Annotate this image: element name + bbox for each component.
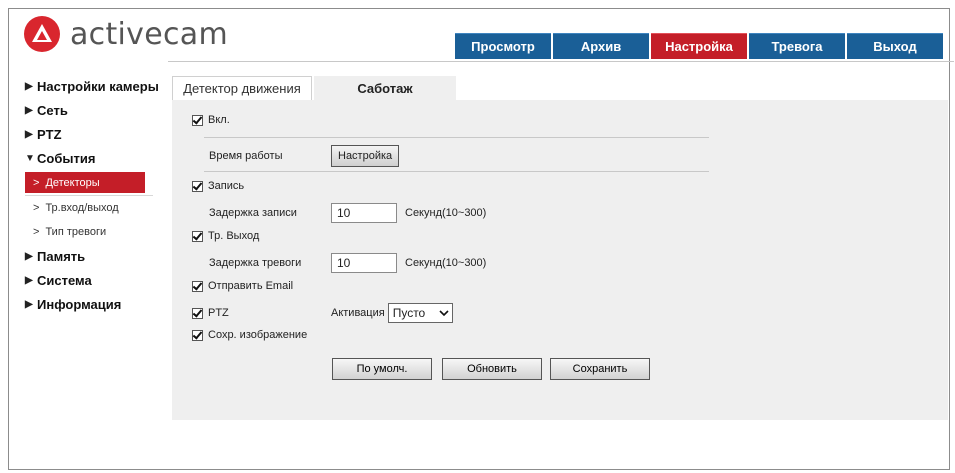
triangle-right-icon: ▶ [25,128,33,140]
triangle-right-icon: ▶ [25,250,33,262]
sidebar-item-label: PTZ [37,126,62,142]
sidebar-subitem-label: Тр.вход/выход [45,202,119,214]
email-label: Отправить Email [208,280,294,292]
schedule-label: Время работы [209,150,283,162]
alarm-delay-unit: Секунд(10~300) [405,257,487,269]
record-delay-row: Задержка записи 10 Секунд(10~300) [209,203,486,223]
tab-sabotage[interactable]: Саботаж [314,76,456,100]
sidebar-subitem-label: Тип тревоги [45,226,107,238]
sidebar-subitem-alarm-type[interactable]: > Тип тревоги [25,220,145,244]
activecam-logo-icon [24,16,60,52]
ptz-checkbox[interactable] [192,307,203,319]
sidebar-subitem-io[interactable]: > Тр.вход/выход [25,196,145,220]
chevron-right-icon: > [33,176,40,189]
alarm-delay-input[interactable]: 10 [331,253,397,273]
record-delay-unit: Секунд(10~300) [405,207,487,219]
record-label: Запись [208,180,245,192]
brand-name: activecam [70,16,228,52]
email-checkbox[interactable] [192,280,203,292]
sidebar-item-info[interactable]: ▶ Информация [25,292,165,316]
main-nav: Просмотр Архив Настройка Тревога Выход [455,33,945,59]
activation-label: Активация [331,307,385,319]
chevron-right-icon: > [33,226,40,238]
sidebar-item-label: События [37,150,96,166]
snapshot-checkbox[interactable] [192,329,203,341]
record-row: Запись [192,180,244,192]
sidebar-item-label: Настройки камеры [37,78,159,94]
brand-logo: activecam [24,16,228,52]
triangle-right-icon: ▶ [25,104,33,116]
sidebar-item-events[interactable]: ▼ События [25,146,165,170]
record-delay-label: Задержка записи [209,207,297,219]
tab-motion-detector[interactable]: Детектор движения [172,76,312,100]
chevron-right-icon: > [33,202,40,214]
sidebar-item-network[interactable]: ▶ Сеть [25,98,165,122]
refresh-button[interactable]: Обновить [442,358,542,380]
header-divider [168,61,954,62]
sidebar-subitem-detectors[interactable]: > Детекторы [25,172,145,193]
alarm-delay-label: Задержка тревоги [209,257,302,269]
email-row: Отправить Email [192,280,293,292]
nav-tab-live[interactable]: Просмотр [455,33,551,59]
record-checkbox[interactable] [192,180,203,192]
activation-select[interactable]: Пусто [387,303,453,323]
triangle-down-icon: ▼ [25,152,35,164]
nav-tab-alarm[interactable]: Тревога [749,33,845,59]
sidebar-subitem-label: Детекторы [45,176,100,189]
enable-label: Вкл. [208,114,230,126]
settings-panel: Вкл. Время работы Настройка Запись Задер… [172,100,948,420]
alarm-out-label: Тр. Выход [208,230,260,242]
triangle-right-icon: ▶ [25,274,33,286]
triangle-right-icon: ▶ [25,80,33,92]
sidebar-item-label: Система [37,272,92,288]
triangle-right-icon: ▶ [25,298,33,310]
ptz-label: PTZ [208,307,229,319]
default-button[interactable]: По умолч. [332,358,432,380]
nav-tab-settings[interactable]: Настройка [651,33,747,59]
snapshot-label: Сохр. изображение [208,329,308,341]
chevron-down-icon [439,309,449,316]
alarm-delay-row: Задержка тревоги 10 Секунд(10~300) [209,253,486,273]
sidebar-item-ptz[interactable]: ▶ PTZ [25,122,165,146]
activation-value: Пусто [392,306,426,320]
schedule-settings-button[interactable]: Настройка [331,145,400,167]
sidebar-item-label: Память [37,248,86,264]
schedule-row: Время работы Настройка [209,145,400,167]
sidebar-item-camera[interactable]: ▶ Настройки камеры [25,74,165,98]
sidebar: ▶ Настройки камеры ▶ Сеть ▶ PTZ ▼ События > Д… [25,74,165,316]
subtabs: Детектор движения Саботаж [172,76,456,100]
alarm-out-checkbox[interactable] [192,230,203,242]
record-delay-input[interactable]: 10 [331,203,397,223]
sidebar-item-label: Сеть [37,102,68,118]
ptz-row: PTZ Активация Пусто [192,303,453,323]
sidebar-item-storage[interactable]: ▶ Память [25,244,165,268]
alarm-out-row: Тр. Выход [192,230,259,242]
nav-tab-logout[interactable]: Выход [847,33,943,59]
section-divider [204,171,709,172]
enable-row: Вкл. [192,114,230,126]
sidebar-item-system[interactable]: ▶ Система [25,268,165,292]
save-button[interactable]: Сохранить [550,358,650,380]
section-divider [204,137,709,138]
enable-checkbox[interactable] [192,114,203,126]
sidebar-item-label: Информация [37,296,122,312]
snapshot-row: Сохр. изображение [192,329,307,341]
nav-tab-archive[interactable]: Архив [553,33,649,59]
